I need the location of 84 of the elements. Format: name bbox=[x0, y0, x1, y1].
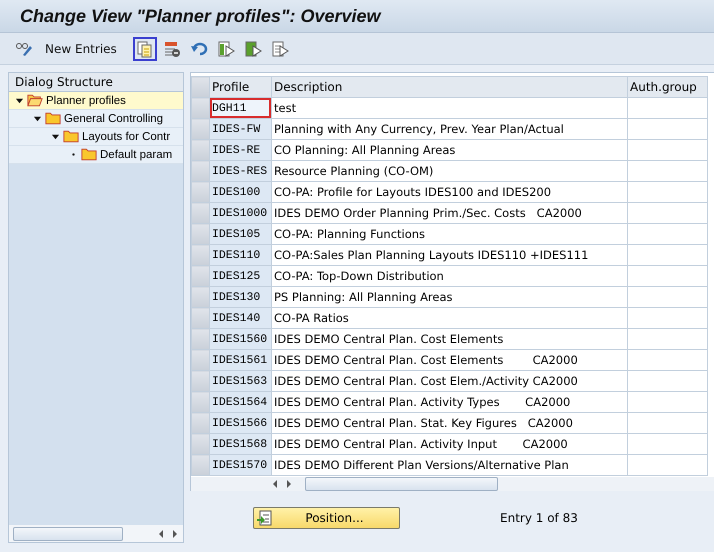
folder-icon bbox=[81, 148, 97, 161]
scroll-right-icon[interactable] bbox=[285, 479, 293, 489]
delete-row-icon bbox=[162, 40, 181, 58]
row-selector[interactable] bbox=[192, 182, 210, 202]
table-cell[interactable]: IDES DEMO Different Plan Versions/Alternative Plan bbox=[272, 454, 628, 476]
tree-item[interactable]: Planner profiles bbox=[9, 92, 183, 110]
table-cell[interactable]: IDES1561 bbox=[210, 350, 272, 370]
row-selector[interactable] bbox=[192, 434, 210, 454]
folder-icon bbox=[63, 130, 79, 143]
table-cell[interactable]: IDES DEMO Order Planning Prim./Sec. Costs CA2000 bbox=[272, 202, 628, 224]
row-selector[interactable] bbox=[192, 392, 210, 412]
table-cell[interactable]: IDES-FW bbox=[210, 118, 272, 140]
table-cell[interactable]: IDES1563 bbox=[210, 370, 272, 392]
row-selector[interactable] bbox=[192, 370, 210, 392]
tree-item[interactable]: General Controlling bbox=[9, 110, 183, 128]
scroll-right-icon[interactable] bbox=[171, 528, 179, 538]
panel-header: Dialog Structure bbox=[9, 73, 183, 92]
tree-item[interactable]: Layouts for Contr bbox=[9, 128, 183, 146]
row-selector[interactable] bbox=[192, 224, 210, 244]
column-header[interactable]: Description bbox=[272, 76, 628, 98]
select-all-cell[interactable] bbox=[192, 76, 210, 98]
row-selector[interactable] bbox=[192, 308, 210, 328]
table-cell[interactable]: IDES105 bbox=[210, 224, 272, 244]
row-selector[interactable] bbox=[192, 140, 210, 160]
row-selector[interactable] bbox=[192, 266, 210, 286]
scroll-left-icon[interactable] bbox=[271, 479, 279, 489]
row-selector[interactable] bbox=[192, 244, 210, 266]
table-cell[interactable]: CO-PA Ratios bbox=[272, 308, 628, 328]
table-cell[interactable]: IDES DEMO Central Plan. Cost Elem./Activity CA2000 bbox=[272, 370, 628, 392]
row-selector[interactable] bbox=[192, 160, 210, 182]
table-cell[interactable]: PS Planning: All Planning Areas bbox=[272, 286, 628, 308]
table-cell[interactable]: Planning with Any Currency, Prev. Year Plan/Actual bbox=[272, 118, 628, 140]
row-selector[interactable] bbox=[192, 412, 210, 434]
column-header[interactable]: Profile bbox=[210, 76, 272, 98]
window-title: Change View "Planner profiles": Overview bbox=[20, 6, 381, 26]
table-cell[interactable]: IDES125 bbox=[210, 266, 272, 286]
table-cell[interactable]: DGH11 bbox=[210, 98, 272, 118]
row-selector[interactable] bbox=[192, 454, 210, 476]
table-cell[interactable]: IDES DEMO Central Plan. Cost Elements bbox=[272, 328, 628, 350]
table-cell[interactable]: CO Planning: All Planning Areas bbox=[272, 140, 628, 160]
tree-item[interactable]: Default param bbox=[9, 146, 183, 164]
copy-icon bbox=[136, 40, 154, 58]
table-cell[interactable]: CO-PA: Planning Functions bbox=[272, 224, 628, 244]
table-cell[interactable]: IDES1566 bbox=[210, 412, 272, 434]
table-cell[interactable]: test bbox=[272, 98, 628, 118]
table-cell[interactable]: IDES140 bbox=[210, 308, 272, 328]
position-button[interactable]: Position... bbox=[253, 507, 400, 529]
table-cell[interactable]: IDES DEMO Central Plan. Activity Input CA2000 bbox=[272, 434, 628, 454]
row-selector[interactable] bbox=[192, 202, 210, 224]
entry-count: Entry 1 of 83 bbox=[500, 511, 578, 525]
table-cell[interactable]: IDES1000 bbox=[210, 202, 272, 224]
table-cell[interactable]: IDES1560 bbox=[210, 328, 272, 350]
table-cell[interactable]: IDES1564 bbox=[210, 392, 272, 412]
table-cell[interactable]: IDES DEMO Central Plan. Stat. Key Figures CA2000 bbox=[272, 412, 628, 434]
table-cell[interactable]: IDES-RE bbox=[210, 140, 272, 160]
column-header[interactable]: Auth.group bbox=[628, 76, 708, 98]
table-cell[interactable]: IDES1570 bbox=[210, 454, 272, 476]
row-selector[interactable] bbox=[192, 286, 210, 308]
scroll-left-icon[interactable] bbox=[157, 528, 165, 538]
table-cell[interactable]: IDES-RES bbox=[210, 160, 272, 182]
open-folder-icon bbox=[27, 94, 43, 107]
deselect-icon bbox=[270, 40, 289, 58]
row-selector[interactable] bbox=[192, 118, 210, 140]
table-cell[interactable]: IDES1568 bbox=[210, 434, 272, 454]
toolbar-button[interactable] bbox=[132, 36, 157, 60]
table-cell[interactable]: IDES100 bbox=[210, 182, 272, 202]
position-icon bbox=[256, 510, 272, 526]
table-cell[interactable]: Resource Planning (CO-OM) bbox=[272, 160, 628, 182]
row-selector[interactable] bbox=[192, 328, 210, 350]
folder-icon bbox=[45, 112, 61, 125]
row-selector[interactable] bbox=[192, 98, 210, 118]
scroll-thumb[interactable] bbox=[305, 477, 498, 491]
table-cell[interactable]: IDES130 bbox=[210, 286, 272, 308]
select-block-icon bbox=[244, 40, 262, 58]
table-cell[interactable]: CO-PA: Top-Down Distribution bbox=[272, 266, 628, 286]
new-entries-button[interactable]: New Entries bbox=[39, 36, 123, 60]
select-all-icon bbox=[216, 40, 235, 58]
table-cell[interactable]: IDES DEMO Central Plan. Cost Elements CA2000 bbox=[272, 350, 628, 370]
table-cell[interactable]: CO-PA: Profile for Layouts IDES100 and IDES200 bbox=[272, 182, 628, 202]
table-cell[interactable]: CO-PA:Sales Plan Planning Layouts IDES110 +IDES111 bbox=[272, 244, 628, 266]
table-cell[interactable]: IDES110 bbox=[210, 244, 272, 266]
row-selector[interactable] bbox=[192, 350, 210, 370]
scroll-thumb[interactable] bbox=[13, 526, 123, 540]
table-cell[interactable]: IDES DEMO Central Plan. Activity Types CA2000 bbox=[272, 392, 628, 412]
